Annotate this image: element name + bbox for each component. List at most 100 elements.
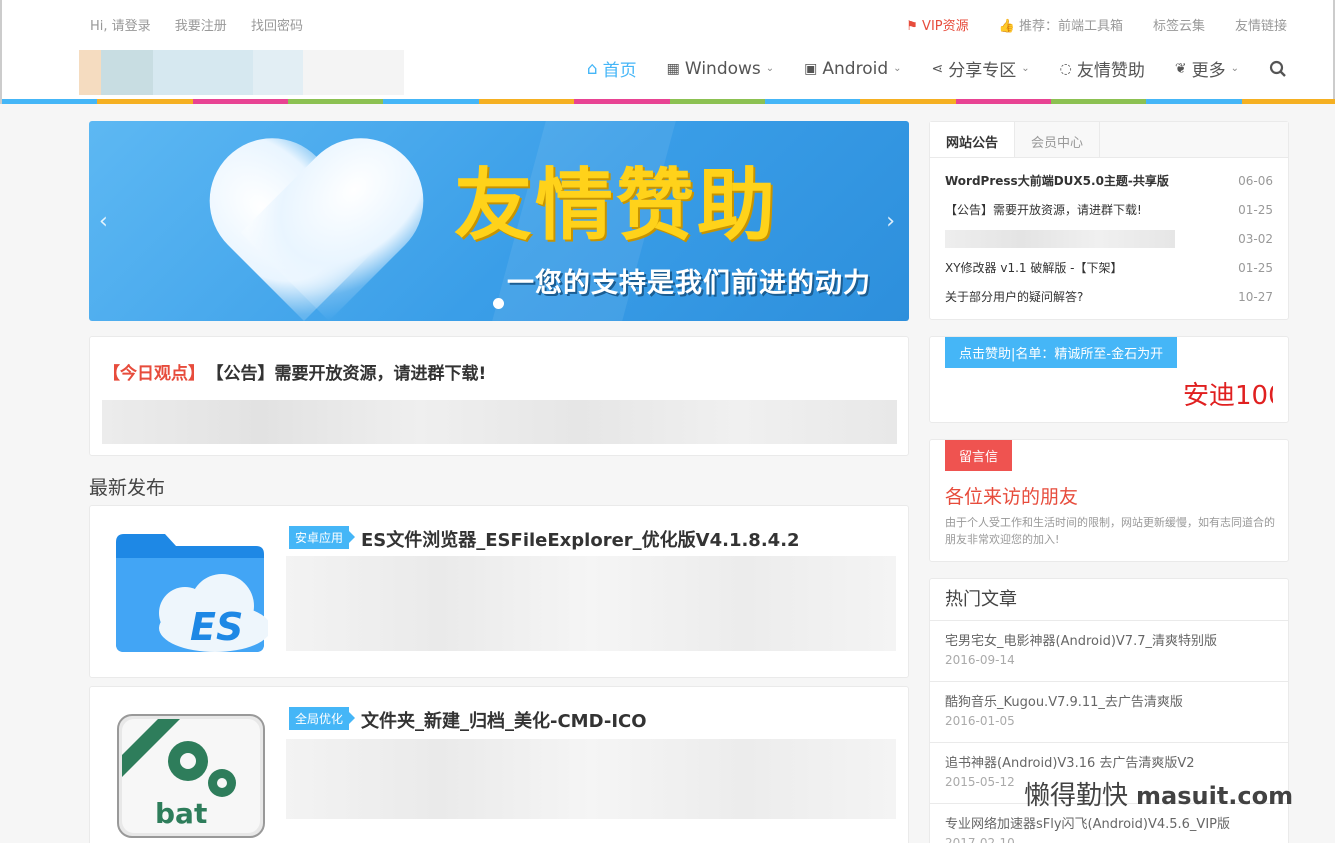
color-bar-segment (2, 99, 98, 104)
category-badge[interactable]: 全局优化 (289, 707, 356, 730)
color-bar-segment (97, 99, 193, 104)
hot-post-date: 2017-02-10 (945, 836, 1015, 843)
spinner-icon: ◌ (1059, 60, 1072, 77)
color-bar-segment (669, 99, 765, 104)
today-tag: 【今日观点】 (103, 364, 205, 384)
es-explorer-thumbnail[interactable]: ES (110, 528, 271, 658)
android-icon: ▣ (804, 60, 818, 77)
friend-links-link[interactable]: 友情链接 (1235, 15, 1287, 34)
register-link[interactable]: 我要注册 (175, 19, 227, 34)
notice-date: 06-06 (1238, 173, 1273, 188)
hot-post-item[interactable]: 宅男宅女_电影神器(Android)V7.7_清爽特别版 2016-09-14 (930, 621, 1288, 682)
message-widget: 留言信 各位来访的朋友 由于个人受工作和生活时间的限制，网站更新缓慢，如有志同道… (929, 439, 1289, 562)
site-logo[interactable] (79, 50, 404, 95)
site-header: Hi, 请登录 我要注册 找回密码 ⚑ VIP资源 👍 推荐：前端工具箱 标签云… (0, 0, 1335, 104)
notice-text: XY修改器 v1.1 破解版 -【下架】 (945, 261, 1123, 275)
blurred-excerpt (286, 739, 896, 819)
recommend-link[interactable]: 👍 推荐：前端工具箱 (999, 15, 1123, 34)
hot-post-item[interactable]: 酷狗音乐_Kugou.V7.9.11_去广告清爽版 2016-01-05 (930, 682, 1288, 743)
thumbs-up-icon: 👍 (998, 19, 1015, 34)
color-bar-segment (478, 99, 575, 104)
color-bar-segment (860, 99, 956, 104)
notice-list: WordPress大前端DUX5.0主题-共享版 06-06 【公告】需要开放资… (930, 158, 1288, 311)
message-title: 各位来访的朋友 (945, 486, 1079, 508)
today-text: 【公告】需要开放资源，请进群下载! (215, 364, 487, 384)
post-title[interactable]: 文件夹_新建_归档_美化-CMD-ICO (361, 707, 647, 733)
svg-text:bat: bat (155, 797, 207, 830)
today-viewpoint: 【今日观点】 【公告】需要开放资源，请进群下载! (89, 336, 909, 456)
hot-post-date: 2016-09-14 (945, 653, 1015, 667)
banner-title: 友情赞助 (454, 161, 779, 251)
flag-icon: ⚑ (906, 19, 918, 34)
color-bar-segment (288, 99, 384, 104)
nav-android[interactable]: ▣ Android ⌄ (804, 59, 901, 79)
today-line[interactable]: 【今日观点】 【公告】需要开放资源，请进群下载! (103, 359, 486, 384)
topbar-left: Hi, 请登录 我要注册 找回密码 (90, 15, 323, 34)
banner-slider[interactable]: 友情赞助 一您的支持是我们前进的动力 ‹ › (89, 121, 909, 321)
vip-link[interactable]: ⚑ VIP资源 (906, 15, 968, 34)
category-badge[interactable]: 安卓应用 (289, 526, 356, 549)
search-icon (1269, 60, 1286, 77)
search-button[interactable] (1269, 60, 1287, 78)
forgot-password-link[interactable]: 找回密码 (251, 19, 303, 34)
message-body: 由于个人受工作和生活时间的限制，网站更新缓慢，如有志同道合的朋友非常欢迎您的加入… (945, 516, 1275, 546)
slider-dot[interactable] (493, 298, 504, 309)
windows-icon: ▦ (666, 60, 680, 77)
chevron-down-icon: ⌄ (893, 63, 902, 74)
notice-date: 01-25 (1238, 260, 1273, 275)
nav-more[interactable]: ❦ 更多 ⌄ (1174, 56, 1239, 82)
logo-block (101, 50, 153, 95)
folder-cloud-icon: ES (116, 534, 271, 652)
nav-android-label: Android (822, 58, 889, 79)
hot-posts-title: 热门文章 (930, 579, 1288, 621)
leaf-icon: ❦ (1174, 60, 1187, 77)
tab-notice[interactable]: 网站公告 (930, 122, 1016, 157)
notice-item[interactable]: 03-02 (945, 224, 1273, 253)
message-badge[interactable]: 留言信 (945, 440, 1013, 471)
hot-post-title: 宅男宅女_电影神器(Android)V7.7_清爽特别版 (945, 634, 1217, 649)
latest-title: 最新发布 (89, 477, 166, 499)
notice-item[interactable]: 关于部分用户的疑问解答? 10-27 (945, 282, 1273, 311)
hot-post-date: 2016-01-05 (945, 714, 1015, 728)
login-link[interactable]: Hi, 请登录 (90, 19, 151, 34)
color-bar-segment (1050, 99, 1147, 104)
notice-widget: 网站公告 会员中心 WordPress大前端DUX5.0主题-共享版 06-06… (929, 121, 1289, 320)
tab-member[interactable]: 会员中心 (1015, 122, 1101, 157)
notice-item[interactable]: 【公告】需要开放资源，请进群下载! 01-25 (945, 195, 1273, 224)
color-bar-segment (574, 99, 670, 104)
notice-tabs: 网站公告 会员中心 (930, 122, 1288, 158)
notice-text: 【公告】需要开放资源，请进群下载! (945, 203, 1142, 217)
watermark-en: masuit.com (1136, 782, 1294, 810)
nav-home[interactable]: ⌂ 首页 (587, 56, 637, 82)
cloud-heart-image (204, 151, 434, 321)
nav-windows-label: Windows (684, 58, 761, 79)
notice-item[interactable]: XY修改器 v1.1 破解版 -【下架】 01-25 (945, 253, 1273, 282)
hot-post-title: 追书神器(Android)V3.16 去广告清爽版V2 (945, 756, 1195, 771)
watermark-cn: 懒得勤快 (1024, 781, 1129, 811)
color-bar-segment (383, 99, 479, 104)
blurred-notice (945, 229, 1175, 248)
main-nav: ⌂ 首页 ▦ Windows ⌄ ▣ Android ⌄ ⋖ 分享专区 ⌄ ◌ … (587, 56, 1287, 81)
slider-next-icon[interactable]: › (886, 209, 895, 234)
logo-block (253, 50, 303, 95)
svg-text:ES: ES (190, 605, 243, 649)
tags-link[interactable]: 标签云集 (1153, 15, 1205, 34)
nav-windows[interactable]: ▦ Windows ⌄ (667, 59, 775, 79)
color-bar-segment (192, 99, 289, 104)
nav-share[interactable]: ⋖ 分享专区 ⌄ (932, 56, 1030, 82)
post-title[interactable]: ES文件浏览器_ESFileExplorer_优化版V4.1.8.4.2 (361, 526, 800, 552)
notice-text: WordPress大前端DUX5.0主题-共享版 (945, 174, 1169, 188)
notice-item[interactable]: WordPress大前端DUX5.0主题-共享版 06-06 (945, 166, 1273, 195)
logo-block (79, 50, 101, 95)
topbar-right: ⚑ VIP资源 👍 推荐：前端工具箱 标签云集 友情链接 (906, 15, 1287, 34)
logo-block (153, 50, 253, 95)
notice-date: 03-02 (1238, 231, 1273, 246)
notice-date: 10-27 (1238, 289, 1273, 304)
notice-text: 关于部分用户的疑问解答? (945, 290, 1084, 304)
nav-sponsor[interactable]: ◌ 友情赞助 (1059, 56, 1145, 82)
color-bar-segment (1146, 99, 1242, 104)
sponsor-link[interactable]: 点击赞助|名单：精诚所至-金石为开 (945, 337, 1178, 368)
nav-sponsor-label: 友情赞助 (1076, 61, 1145, 81)
slider-prev-icon[interactable]: ‹ (99, 209, 108, 234)
bat-thumbnail[interactable]: bat (110, 711, 268, 841)
